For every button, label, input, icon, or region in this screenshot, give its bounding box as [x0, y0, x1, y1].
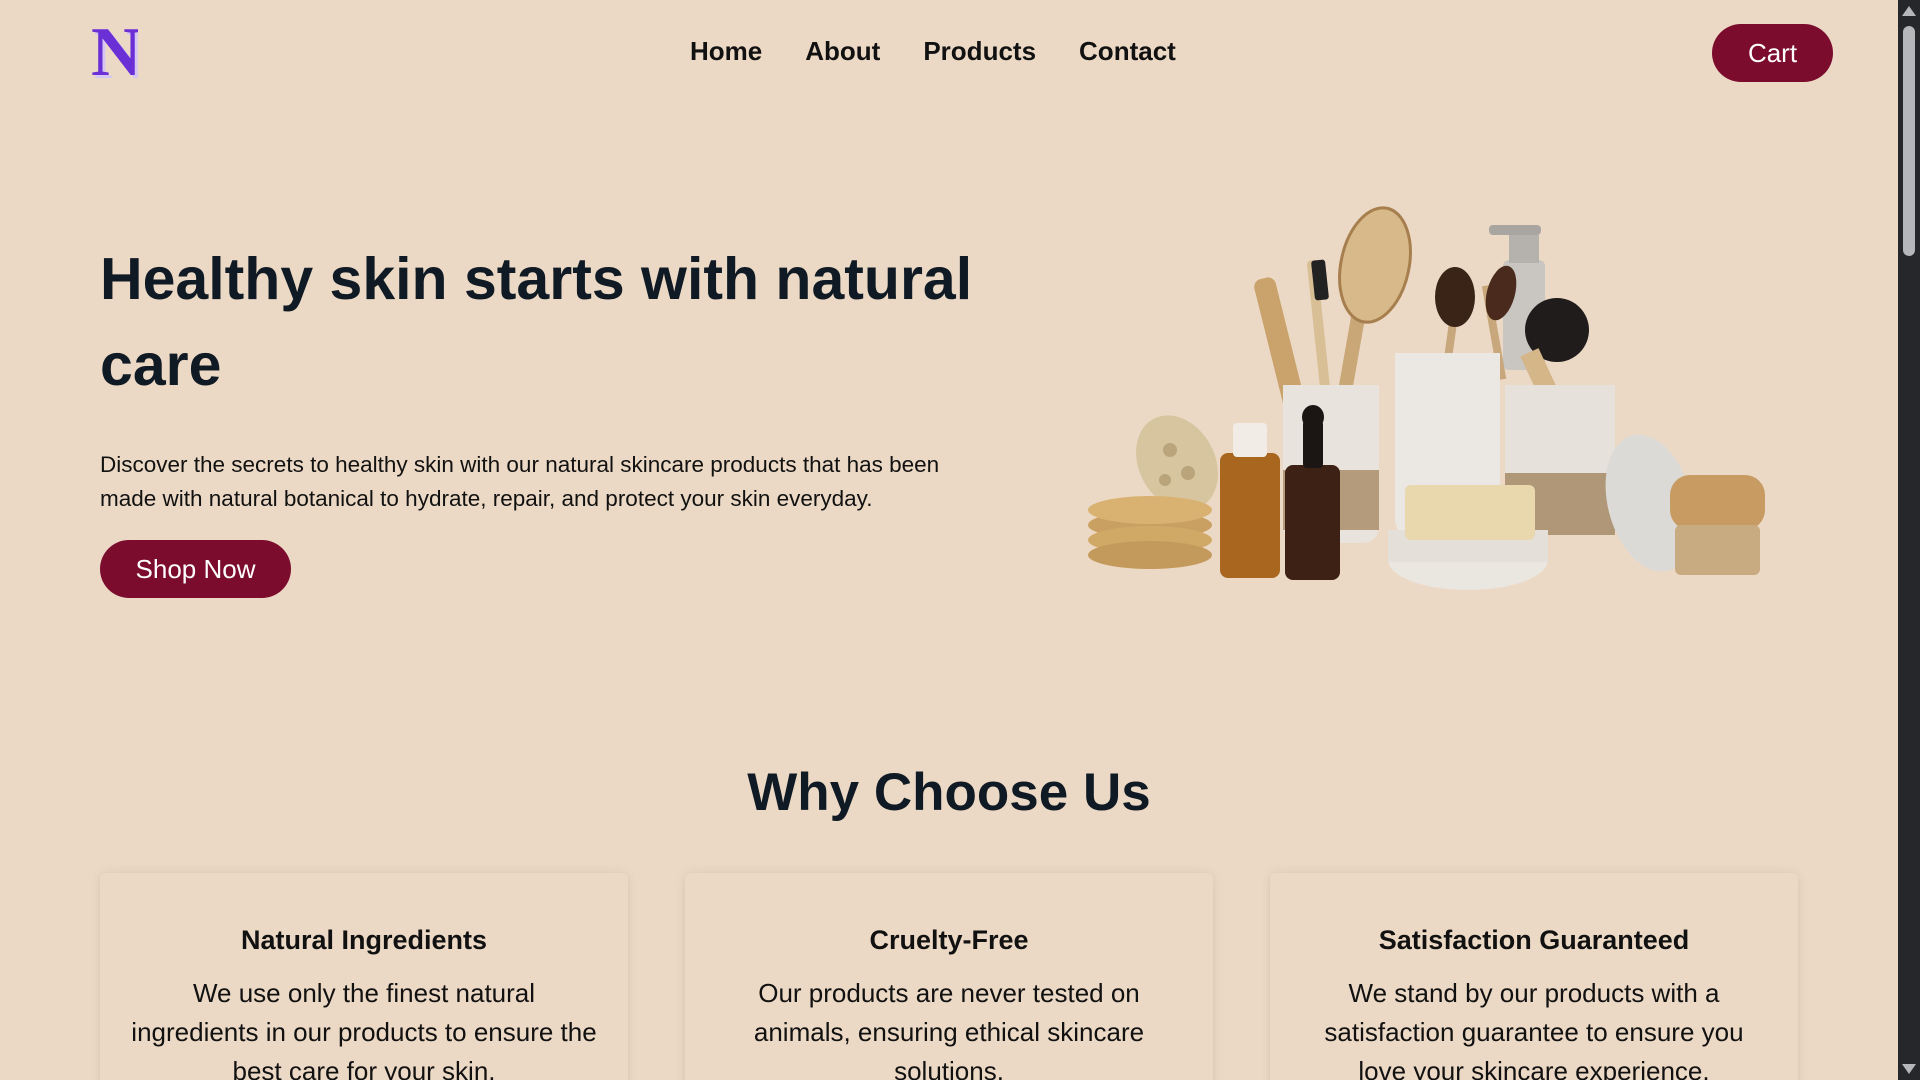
vertical-scrollbar[interactable] [1898, 0, 1920, 1080]
logo-letter: N [91, 14, 138, 86]
feature-card: Cruelty-Free Our products are never test… [685, 873, 1213, 1080]
nav-contact-link[interactable]: Contact [1079, 36, 1176, 67]
page: N N Home About Products Contact Cart Hea… [0, 0, 1898, 1080]
logo-icon[interactable]: N N [90, 14, 138, 86]
scroll-up-arrow-icon[interactable] [1902, 6, 1916, 16]
hero-description: Discover the secrets to healthy skin wit… [100, 452, 940, 511]
shop-now-button[interactable]: Shop Now [100, 540, 291, 598]
scrollbar-thumb[interactable] [1903, 26, 1915, 256]
cart-button[interactable]: Cart [1712, 24, 1833, 82]
scroll-down-arrow-icon[interactable] [1902, 1064, 1916, 1074]
feature-card-text: We stand by our products with a satisfac… [1324, 978, 1744, 1080]
feature-card-title: Natural Ingredients [240, 925, 488, 955]
feature-card-text: Our products are never tested on animals… [753, 978, 1145, 1080]
nav-home-link[interactable]: Home [690, 36, 762, 67]
nav-products-link[interactable]: Products [923, 36, 1036, 67]
nav-about-link[interactable]: About [805, 36, 880, 67]
feature-card: Satisfaction Guaranteed We stand by our … [1270, 873, 1798, 1080]
main-nav: Home About Products Contact [690, 36, 1176, 67]
feature-card-title: Cruelty-Free [869, 925, 1029, 955]
feature-card-title: Satisfaction Guaranteed [1378, 925, 1690, 955]
feature-card: Natural Ingredients We use only the fine… [100, 873, 628, 1080]
hero-product-image [1088, 206, 1765, 590]
hero-title: Healthy skin starts with natural care [100, 246, 973, 398]
feature-card-text: We use only the finest natural ingredien… [131, 978, 597, 1080]
why-choose-us-title: Why Choose Us [747, 763, 1151, 822]
